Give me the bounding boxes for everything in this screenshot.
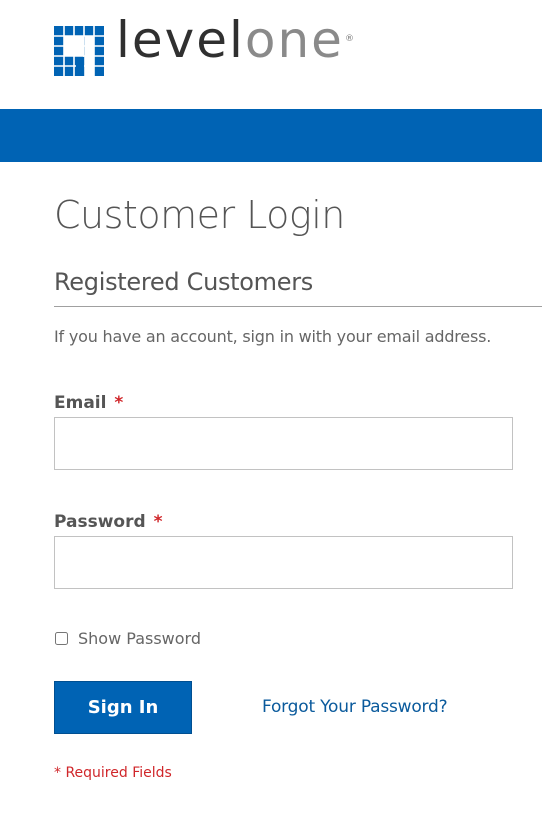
email-label: Email * (54, 391, 123, 415)
levelone-logo[interactable]: levelone® (54, 15, 356, 76)
block-title-divider (54, 306, 542, 307)
show-password-option[interactable]: Show Password (54, 629, 201, 648)
password-label: Password * (54, 510, 162, 534)
forgot-password-link[interactable]: Forgot Your Password? (262, 694, 448, 720)
registered-customers-title: Registered Customers (54, 268, 313, 296)
email-required-mark: * (114, 393, 124, 413)
logo-wordmark-dark: level (116, 10, 245, 69)
password-required-mark: * (153, 512, 163, 532)
password-field[interactable] (54, 536, 513, 589)
sign-in-button[interactable]: Sign In (54, 681, 192, 734)
nav-bar (0, 109, 542, 162)
levelone-logo-mark-icon (54, 26, 104, 76)
required-fields-note: * Required Fields (54, 765, 172, 781)
logo-wordmark-light: one (244, 10, 344, 69)
logo-wordmark: levelone® (116, 15, 356, 80)
show-password-label: Show Password (78, 629, 201, 648)
password-label-text: Password (54, 512, 146, 532)
email-label-text: Email (54, 393, 107, 413)
logo-registered-mark: ® (344, 33, 356, 44)
show-password-checkbox[interactable] (55, 632, 68, 645)
login-page: levelone® Customer Login Registered Cust… (0, 0, 542, 814)
login-intro-text: If you have an account, sign in with you… (54, 327, 492, 346)
email-field[interactable] (54, 417, 513, 470)
page-title: Customer Login (54, 193, 345, 237)
